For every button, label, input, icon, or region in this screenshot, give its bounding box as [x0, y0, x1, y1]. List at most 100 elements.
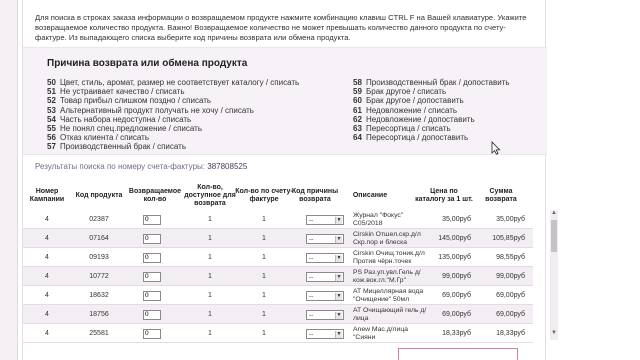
return-qty-input[interactable] [143, 290, 161, 301]
reason-code: 52 [47, 96, 56, 106]
table-row: 4 18632 1 1 -- ▼ AT Мицеллярная вода"Очищение"… [23, 286, 533, 305]
reason-code: 62 [353, 114, 362, 124]
reason-item: 56 Отказ клиента / списать [47, 133, 347, 142]
scroll-down-arrow-icon[interactable]: ▼ [550, 330, 558, 338]
cell-available-qty: 1 [208, 254, 212, 261]
reason-code-select[interactable]: -- ▼ [306, 252, 344, 263]
reason-code: 56 [47, 133, 56, 143]
reason-code: 59 [353, 87, 362, 97]
cell-description: Anew Мас.д/лица "Сияни [353, 324, 433, 343]
reason-text: Пересортица / допоставить [366, 133, 469, 143]
cell-sum: 99,00руб [496, 273, 525, 280]
page: Для поиска в строках заказа информации о… [0, 0, 640, 360]
reason-item: 54 Часть набора недоступна / списать [47, 115, 347, 124]
reason-code: 58 [353, 78, 362, 87]
return-qty-input[interactable] [143, 309, 161, 320]
description-line-1: Журнал "Фокус" [353, 211, 404, 219]
chevron-down-icon[interactable]: ▼ [335, 235, 342, 243]
cell-return-qty [143, 210, 173, 229]
description-line-2: "Очищение" 50мл [353, 295, 410, 303]
cell-description: AT Очищающий гель д/лица [353, 305, 433, 324]
table-header: Номер Кампании Код продукта Возвращаемое… [23, 183, 533, 209]
description-line-1: Cirskin Отшел.скр.д/л [353, 230, 421, 238]
cell-price: 69,00руб [442, 311, 471, 318]
reason-text: Товар прибыл слишком поздно / списать [60, 96, 212, 106]
instruction-text: Для поиска в строках заказа информации о… [35, 13, 527, 42]
cell-invoice-qty: 1 [262, 311, 266, 318]
description-line-1: AT Мицеллярная вода [353, 287, 424, 295]
search-result: Результаты поиска по номеру счета-фактур… [35, 162, 247, 171]
cell-product-code: 10772 [89, 273, 109, 280]
reason-code-select[interactable]: -- ▼ [306, 214, 344, 225]
chevron-down-icon[interactable]: ▼ [335, 330, 342, 338]
reason-item: 59 Брак другое / списать [353, 87, 543, 96]
reason-item: 61 Недовложение / списать [353, 106, 543, 115]
reason-code: 51 [47, 87, 56, 97]
cell-reason: -- ▼ [306, 229, 348, 248]
cell-product-code: 09193 [89, 254, 109, 261]
reason-item: 58 Производственный брак / допоставить [353, 78, 543, 87]
reason-text: Отказ клиента / списать [60, 133, 150, 143]
return-qty-input[interactable] [143, 252, 161, 263]
reason-code-select[interactable]: -- ▼ [306, 233, 344, 244]
cell-product-code: 07164 [89, 235, 109, 242]
table-scrollbar[interactable] [550, 210, 558, 340]
scroll-up-arrow-icon[interactable]: ▲ [550, 210, 558, 218]
cell-product-code: 25581 [89, 330, 109, 337]
reason-text: Цвет, стиль, аромат, размер не соответст… [60, 78, 300, 87]
cell-price: 18,33руб [442, 330, 471, 337]
reasons-right-column: 58 Производственный брак / допоставить 59 Б… [353, 78, 543, 142]
reason-code-select[interactable]: -- ▼ [306, 328, 344, 339]
cell-sum: 69,00руб [496, 292, 525, 299]
reason-text: Брак другое / допоставить [366, 96, 464, 106]
submit-area[interactable] [398, 348, 518, 360]
cell-description: Cirskin Отшел.скр.д/л Скр.пор и блеска [353, 229, 433, 248]
description-line-1: Cirskin Очищ.тоник.д/л [353, 249, 425, 257]
table-row: 4 07164 1 1 -- ▼ Cirskin Отшел.скр.д/лСкр.пор … [23, 229, 533, 248]
cell-sum: 35,00руб [496, 216, 525, 223]
return-qty-input[interactable] [143, 271, 161, 282]
cell-campaign: 4 [45, 330, 49, 337]
reason-item: 50 Цвет, стиль, аромат, размер не соответ… [47, 78, 347, 87]
header-reason-code: Код причины возврата [291, 188, 339, 203]
reason-text: Не устраивает качество / списать [60, 87, 185, 97]
cell-available-qty: 1 [208, 235, 212, 242]
return-qty-input[interactable] [143, 328, 161, 339]
reason-select-value: -- [309, 216, 314, 224]
cell-invoice-qty: 1 [262, 292, 266, 299]
description-line-1: AT Очищающий гель д/ [353, 306, 427, 314]
reason-code: 60 [353, 96, 362, 106]
chevron-down-icon[interactable]: ▼ [335, 254, 342, 262]
chevron-down-icon[interactable]: ▼ [335, 311, 342, 319]
reason-code: 50 [47, 78, 56, 87]
reason-code-select[interactable]: -- ▼ [306, 309, 344, 320]
scrollbar-thumb[interactable] [551, 220, 557, 252]
reason-text: Производственный брак / допоставить [366, 78, 510, 87]
return-qty-input[interactable] [143, 214, 161, 225]
description-line-1: Anew Мас.д/лица [353, 325, 408, 333]
reason-code: 57 [47, 142, 56, 152]
reason-text: Недовложение / допоставить [366, 114, 475, 124]
reason-code: 61 [353, 105, 362, 115]
reason-text: Недовложение / списать [366, 105, 458, 115]
cell-available-qty: 1 [208, 216, 212, 223]
reason-code-select[interactable]: -- ▼ [306, 271, 344, 282]
chevron-down-icon[interactable]: ▼ [335, 292, 342, 300]
reason-code: 64 [353, 133, 362, 143]
table-body: 4 02387 1 1 -- ▼ Журнал "Фокус"С05/2018 35,00ру… [23, 210, 533, 360]
cell-campaign: 4 [45, 273, 49, 280]
cell-reason: -- ▼ [306, 210, 348, 229]
chevron-down-icon[interactable]: ▼ [335, 216, 342, 224]
description-line-1: PS Раз.уп.увл.Гель д/ [353, 268, 421, 276]
cell-available-qty: 1 [208, 273, 212, 280]
chevron-down-icon[interactable]: ▼ [335, 273, 342, 281]
reason-code-select[interactable]: -- ▼ [306, 290, 344, 301]
mouse-cursor-icon [491, 141, 501, 155]
table-row: 4 18756 1 1 -- ▼ AT Очищающий гель д/лица 69,00… [23, 305, 533, 324]
cell-invoice-qty: 1 [262, 216, 266, 223]
return-form-panel: Для поиска в строках заказа информации о… [22, 0, 558, 360]
header-available-qty: Кол-во, доступное для возврата [184, 184, 236, 207]
return-qty-input[interactable] [143, 233, 161, 244]
reason-item: 60 Брак другое / допоставить [353, 96, 543, 105]
invoice-number: 387808525 [207, 162, 248, 171]
